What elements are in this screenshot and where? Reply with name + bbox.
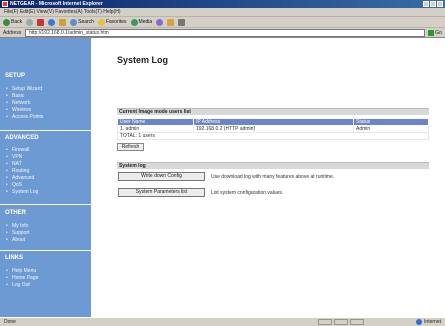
page-title: System Log bbox=[117, 55, 169, 65]
system-parameters-button[interactable]: System Parameters list bbox=[118, 188, 205, 197]
sidebar-item-help-menu[interactable]: Help Menu bbox=[6, 268, 36, 274]
refresh-page-button[interactable] bbox=[48, 18, 56, 26]
sidebar-divider bbox=[0, 130, 91, 131]
sidebar-item-access-points[interactable]: Access Points bbox=[6, 114, 43, 120]
back-icon bbox=[3, 18, 10, 26]
current-users-heading: Current Image mode users list bbox=[117, 108, 429, 115]
status-segment bbox=[318, 319, 332, 325]
page-viewport: SETUP Setup Wizard Basic Network Wireles… bbox=[0, 38, 445, 317]
minimize-icon[interactable] bbox=[423, 1, 429, 7]
address-input[interactable]: http://192.168.0.1/admin_status.htm bbox=[25, 28, 425, 37]
status-bar: Done Internet bbox=[0, 317, 445, 326]
menu-items[interactable]: File(F) Edit(E) View(V) Favorites(A) Too… bbox=[4, 9, 121, 15]
window-controls bbox=[423, 1, 443, 7]
system-log-heading: System log bbox=[117, 162, 429, 169]
go-arrow-icon bbox=[428, 29, 435, 36]
ie-icon bbox=[2, 1, 8, 7]
sidebar-item-basic[interactable]: Basic bbox=[6, 93, 24, 99]
home-icon bbox=[59, 18, 67, 26]
column-header: User Name bbox=[117, 118, 194, 126]
mail-button[interactable] bbox=[167, 18, 175, 26]
menu-bar[interactable]: File(F) Edit(E) View(V) Favorites(A) Too… bbox=[0, 8, 445, 17]
status-segment bbox=[350, 319, 364, 325]
sidebar-heading-advanced: ADVANCED bbox=[5, 135, 39, 141]
address-label: Address bbox=[3, 29, 22, 36]
search-icon bbox=[70, 18, 78, 26]
table-cell: 1. admin bbox=[117, 125, 194, 133]
sidebar-divider bbox=[0, 250, 91, 251]
maximize-icon[interactable] bbox=[430, 1, 436, 7]
users-table: User Name IP Address Status 1. admin 192… bbox=[117, 118, 429, 140]
sidebar-heading-setup: SETUP bbox=[5, 73, 26, 79]
security-zone: Internet bbox=[416, 318, 441, 326]
sidebar-item-firewall[interactable]: Firewall bbox=[6, 147, 29, 153]
sidebar-item-qos[interactable]: QoS bbox=[6, 182, 22, 188]
internet-zone-icon bbox=[416, 319, 423, 325]
sidebar-item-setup-wizard[interactable]: Setup Wizard bbox=[6, 86, 42, 92]
table-header-row: User Name IP Address Status bbox=[117, 118, 429, 126]
sidebar-item-my-info[interactable]: My Info bbox=[6, 223, 29, 229]
sidebar-item-log-out[interactable]: Log Out bbox=[6, 282, 30, 288]
status-text: Done bbox=[4, 319, 16, 325]
sidebar-item-home-page[interactable]: Home Page bbox=[6, 275, 39, 281]
sidebar-divider bbox=[0, 204, 91, 205]
column-header: Status bbox=[353, 118, 429, 126]
write-config-button[interactable]: Write down Config bbox=[118, 172, 205, 181]
forward-icon bbox=[26, 18, 34, 26]
media-button[interactable]: Media bbox=[130, 18, 152, 26]
main-content: System Log Current Image mode users list… bbox=[95, 38, 435, 317]
close-icon[interactable] bbox=[437, 1, 443, 7]
refresh-button[interactable]: Refresh bbox=[117, 143, 144, 151]
sidebar-item-about[interactable]: About bbox=[6, 237, 25, 243]
back-button[interactable]: Back bbox=[3, 18, 22, 26]
sidebar-heading-links: LINKS bbox=[5, 255, 23, 261]
mail-icon bbox=[167, 18, 175, 26]
stop-button[interactable] bbox=[37, 18, 45, 26]
favorites-button[interactable]: Favorites bbox=[97, 18, 127, 26]
media-icon bbox=[130, 18, 138, 26]
window-title-bar: NETGEAR - Microsoft Internet Explorer bbox=[0, 0, 445, 8]
total-users: TOTAL: 1 users bbox=[117, 132, 429, 140]
sidebar-item-advanced[interactable]: Advanced bbox=[6, 175, 34, 181]
table-cell: 192.168.0.2 (HTTP admin) bbox=[193, 125, 354, 133]
home-button[interactable] bbox=[59, 18, 67, 26]
sidebar-nav: SETUP Setup Wizard Basic Network Wireles… bbox=[0, 38, 91, 317]
star-icon bbox=[97, 18, 105, 26]
status-segment bbox=[334, 319, 348, 325]
sidebar-item-wireless[interactable]: Wireless bbox=[6, 107, 31, 113]
table-cell: Admin bbox=[353, 125, 429, 133]
sidebar-heading-other: OTHER bbox=[5, 210, 26, 216]
table-row: 1. admin 192.168.0.2 (HTTP admin) Admin bbox=[117, 125, 429, 133]
write-config-description: Use download log with many features abov… bbox=[211, 174, 335, 180]
print-icon bbox=[178, 18, 186, 26]
window-title: NETGEAR - Microsoft Internet Explorer bbox=[10, 1, 103, 7]
sidebar-item-support[interactable]: Support bbox=[6, 230, 29, 236]
sidebar-item-system-log[interactable]: System Log bbox=[6, 189, 39, 195]
sidebar-item-network[interactable]: Network bbox=[6, 100, 30, 106]
table-total-row: TOTAL: 1 users bbox=[117, 132, 429, 140]
refresh-icon bbox=[48, 18, 56, 26]
sidebar-item-vpn[interactable]: VPN bbox=[6, 154, 22, 160]
search-button[interactable]: Search bbox=[70, 18, 94, 26]
address-bar: Address http://192.168.0.1/admin_status.… bbox=[0, 28, 445, 38]
print-button[interactable] bbox=[178, 18, 186, 26]
history-icon bbox=[156, 18, 164, 26]
column-header: IP Address bbox=[193, 118, 354, 126]
system-parameters-description: List system configuration values. bbox=[211, 190, 284, 196]
forward-button[interactable] bbox=[26, 18, 34, 26]
stop-icon bbox=[37, 18, 45, 26]
browser-toolbar: Back Search Favorites Media bbox=[0, 17, 445, 28]
history-button[interactable] bbox=[156, 18, 164, 26]
sidebar-item-nat[interactable]: NAT bbox=[6, 161, 21, 167]
go-button[interactable]: Go bbox=[425, 29, 445, 36]
sidebar-item-routing[interactable]: Routing bbox=[6, 168, 29, 174]
